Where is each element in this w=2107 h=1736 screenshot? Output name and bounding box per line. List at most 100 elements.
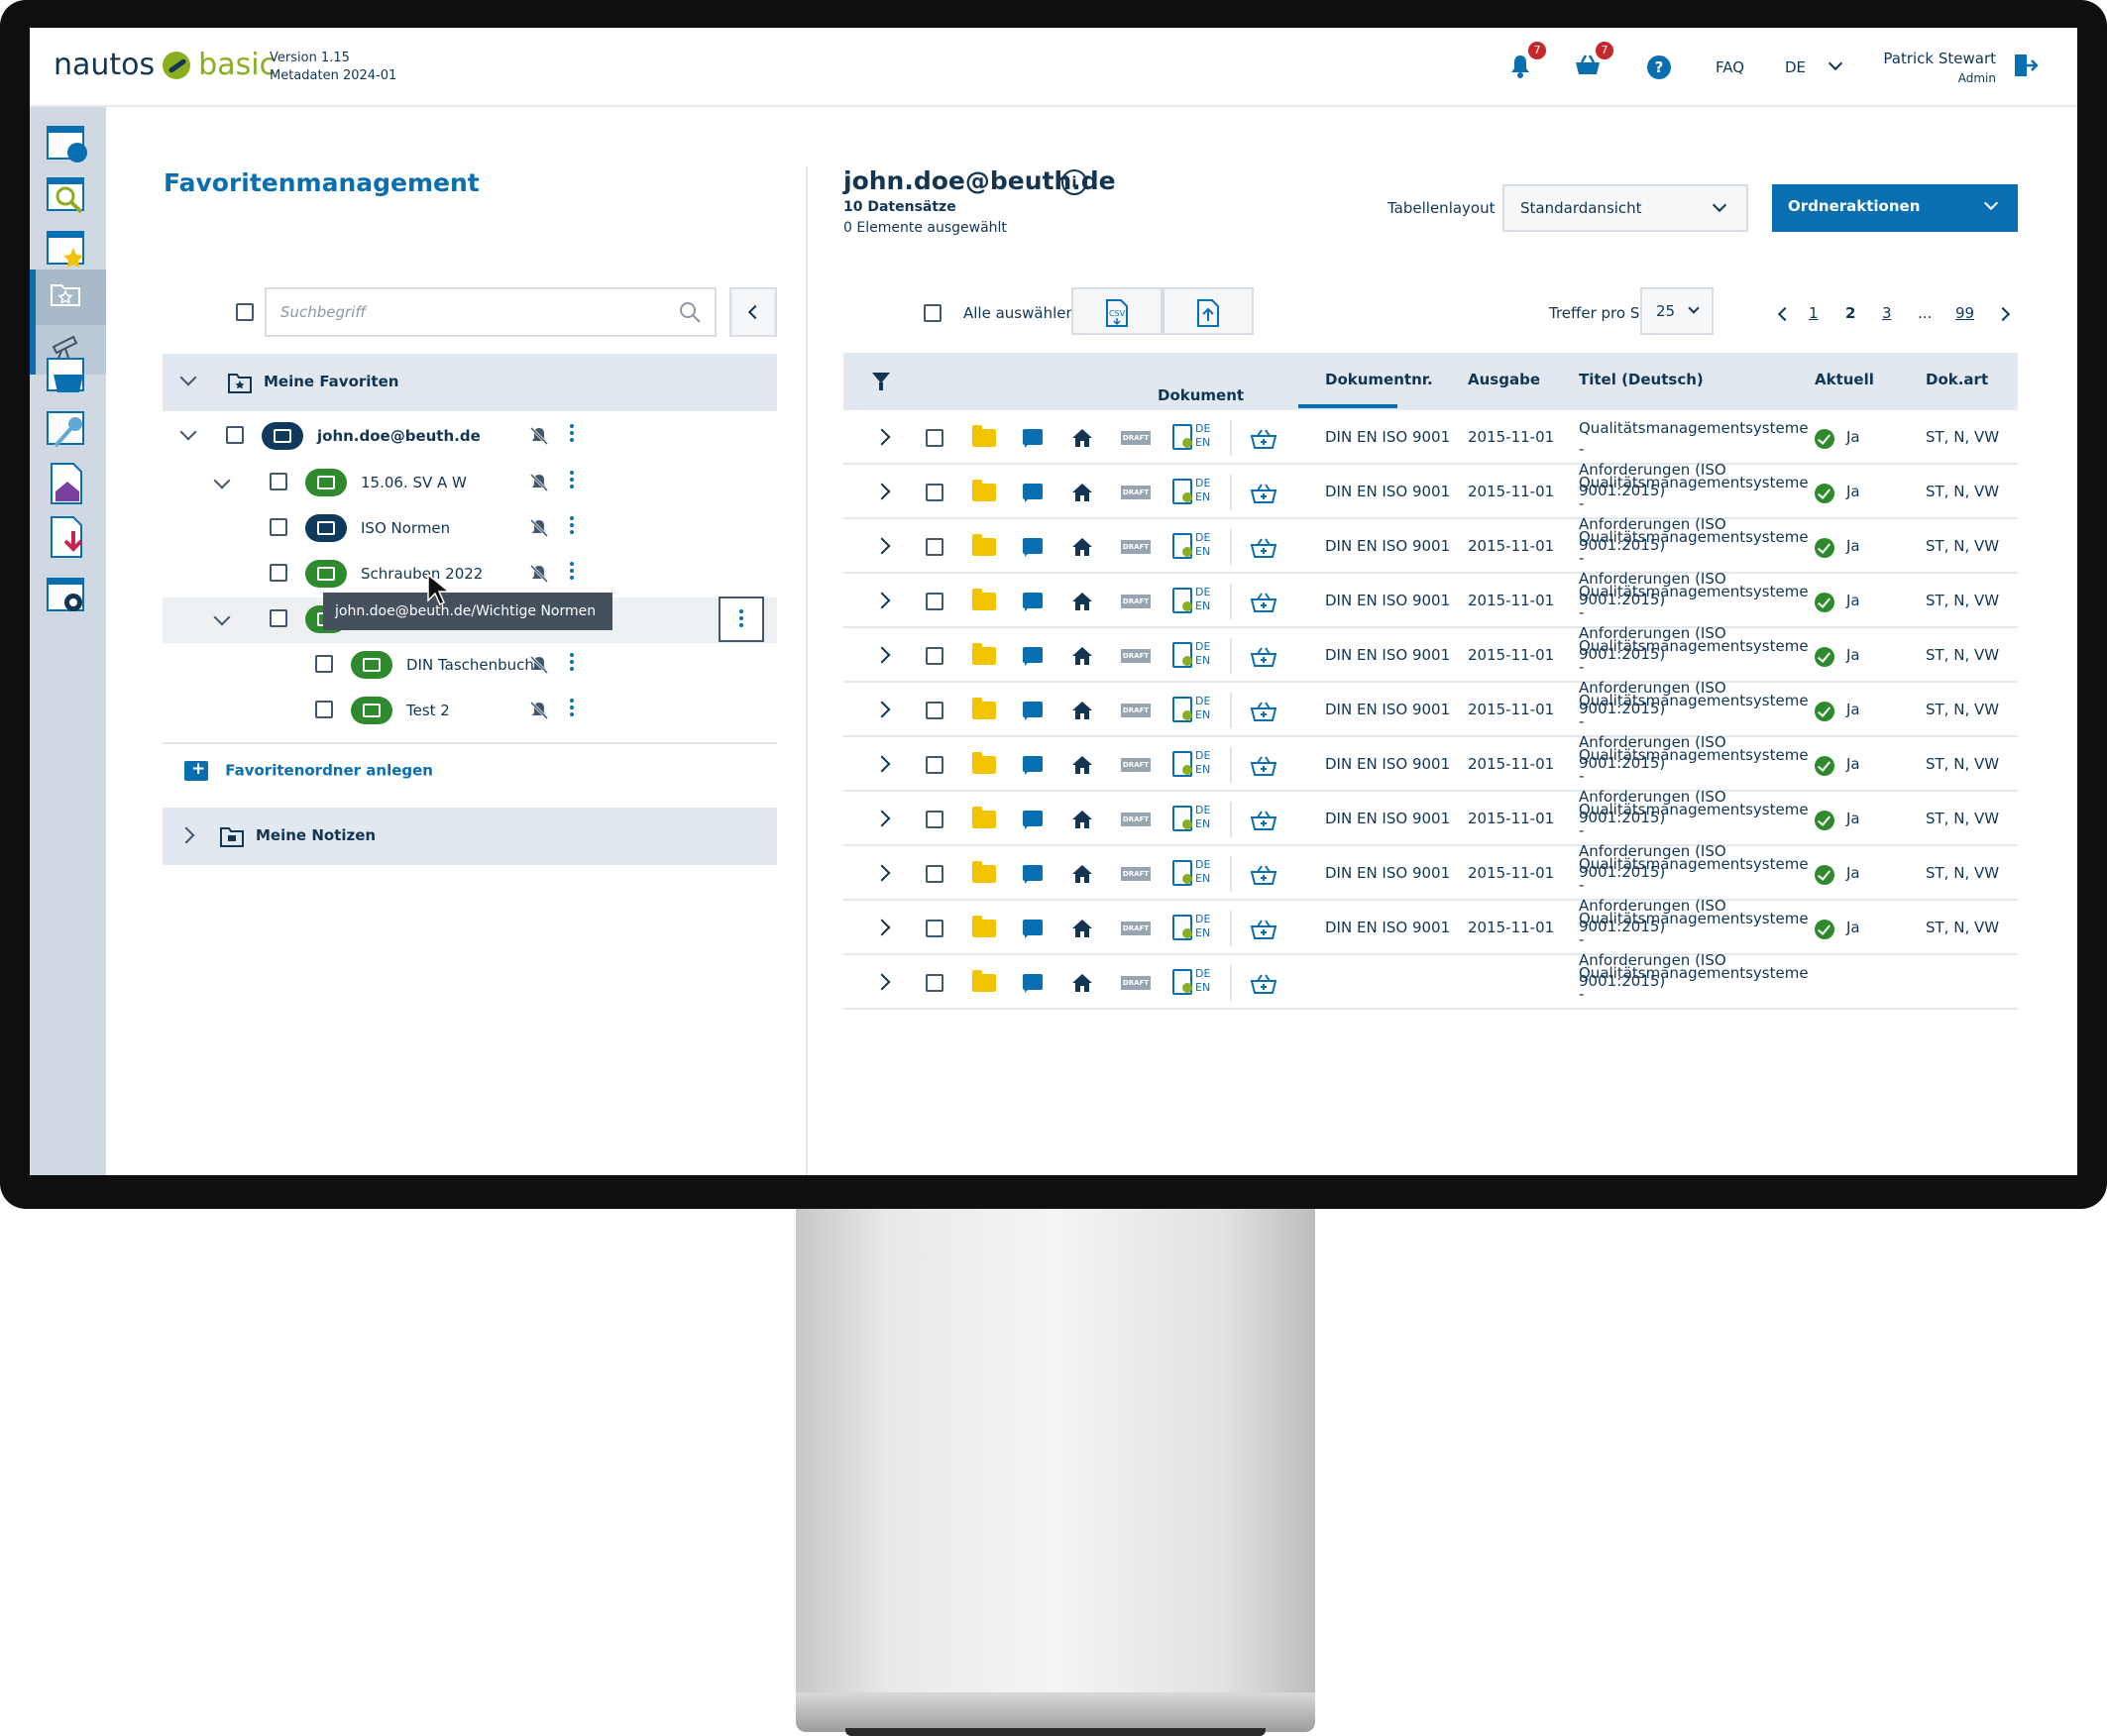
add-to-basket-icon[interactable] bbox=[1250, 646, 1277, 668]
tree-checkbox[interactable] bbox=[270, 564, 287, 582]
home-icon[interactable] bbox=[1071, 537, 1093, 557]
chevron-right-icon[interactable] bbox=[873, 537, 891, 555]
search-nav-icon[interactable] bbox=[44, 172, 91, 220]
folder-icon[interactable] bbox=[972, 643, 996, 665]
row-checkbox[interactable] bbox=[926, 811, 943, 828]
settings-nav-icon[interactable] bbox=[44, 573, 91, 620]
chevron-right-icon[interactable] bbox=[873, 755, 891, 773]
page-link-3[interactable]: 3 bbox=[1882, 304, 1892, 322]
note-icon[interactable] bbox=[1023, 647, 1043, 666]
row-checkbox[interactable] bbox=[926, 756, 943, 774]
bell-off-icon[interactable] bbox=[529, 426, 549, 446]
column-document[interactable]: Dokument bbox=[1158, 386, 1244, 404]
column-edition[interactable]: Ausgabe bbox=[1468, 371, 1540, 388]
collapse-panel-button[interactable] bbox=[729, 287, 777, 337]
logout-icon[interactable] bbox=[2014, 52, 2038, 79]
bell-off-icon[interactable] bbox=[529, 518, 549, 538]
home-icon[interactable] bbox=[1071, 483, 1093, 502]
row-checkbox[interactable] bbox=[926, 429, 943, 447]
add-favorite-folder-button[interactable]: Favoritenordner anlegen bbox=[184, 759, 433, 781]
table-row[interactable]: DRAFT DE EN DIN EN ISO 9001 2015-11-01 Qu… bbox=[843, 465, 2018, 554]
note-icon[interactable] bbox=[1023, 538, 1043, 557]
row-checkbox[interactable] bbox=[926, 538, 943, 556]
row-checkbox[interactable] bbox=[926, 865, 943, 883]
filter-icon[interactable] bbox=[872, 373, 890, 390]
note-icon[interactable] bbox=[1023, 429, 1043, 448]
add-to-basket-icon[interactable] bbox=[1250, 592, 1277, 613]
tree-root-my-notes[interactable]: Meine Notizen bbox=[163, 808, 777, 865]
table-row[interactable]: DRAFT DE EN DIN EN ISO 9001 2015-11-01 Qu… bbox=[843, 519, 2018, 608]
hits-per-page-select[interactable]: 25 bbox=[1640, 287, 1714, 335]
folder-icon[interactable] bbox=[972, 589, 996, 610]
table-row[interactable]: DRAFT DE EN DIN EN ISO 9001 2015-11-01 Qu… bbox=[843, 683, 2018, 772]
table-row[interactable]: DRAFT DE EN Qualitätsmanagementsysteme - bbox=[843, 955, 2018, 1010]
folder-icon[interactable] bbox=[972, 807, 996, 828]
tree-item[interactable]: Test 2 bbox=[163, 689, 777, 734]
folder-icon[interactable] bbox=[972, 480, 996, 501]
add-to-basket-icon[interactable] bbox=[1250, 428, 1277, 450]
previous-page-icon[interactable] bbox=[1777, 306, 1793, 322]
dashboard-icon[interactable] bbox=[44, 121, 91, 168]
tree-root-my-favorites[interactable]: Meine Favoriten bbox=[163, 354, 777, 411]
favorites-folder-nav-icon[interactable] bbox=[48, 275, 83, 311]
faq-link[interactable]: FAQ bbox=[1716, 58, 1744, 76]
select-all-checkbox[interactable] bbox=[924, 304, 942, 322]
basket-button[interactable]: 7 bbox=[1574, 42, 1613, 81]
document-icon[interactable] bbox=[1172, 642, 1192, 668]
chevron-right-icon[interactable] bbox=[873, 483, 891, 500]
table-row[interactable]: DRAFT DE EN DIN EN ISO 9001 2015-11-01 Qu… bbox=[843, 901, 2018, 990]
note-icon[interactable] bbox=[1023, 865, 1043, 884]
more-vertical-icon[interactable] bbox=[570, 699, 574, 703]
home-icon[interactable] bbox=[1071, 592, 1093, 611]
home-icon[interactable] bbox=[1071, 810, 1093, 829]
chevron-right-icon[interactable] bbox=[873, 428, 891, 446]
more-vertical-icon[interactable] bbox=[570, 516, 574, 520]
language-select[interactable]: DE bbox=[1785, 55, 1842, 76]
tree-checkbox[interactable] bbox=[226, 426, 244, 444]
notifications-button[interactable]: 7 bbox=[1506, 42, 1546, 81]
tree-item[interactable]: Schrauben 2022 bbox=[163, 552, 777, 597]
tree-checkbox[interactable] bbox=[315, 701, 333, 718]
logo[interactable]: nautos basic bbox=[54, 48, 276, 82]
folder-icon[interactable] bbox=[972, 970, 996, 992]
more-vertical-icon[interactable] bbox=[570, 424, 574, 428]
document-icon[interactable] bbox=[1172, 806, 1192, 831]
row-checkbox[interactable] bbox=[926, 593, 943, 610]
tree-item[interactable]: DIN Taschenbuch bbox=[163, 643, 777, 689]
bell-off-icon[interactable] bbox=[529, 473, 549, 492]
more-vertical-icon[interactable] bbox=[570, 653, 574, 657]
chevron-right-icon[interactable] bbox=[873, 810, 891, 827]
tree-checkbox[interactable] bbox=[270, 518, 287, 536]
row-checkbox[interactable] bbox=[926, 484, 943, 501]
tree-checkbox[interactable] bbox=[270, 473, 287, 490]
key-nav-icon[interactable] bbox=[44, 406, 91, 454]
table-row[interactable]: DRAFT DE EN DIN EN ISO 9001 2015-11-01 Qu… bbox=[843, 628, 2018, 717]
document-icon[interactable] bbox=[1172, 969, 1192, 995]
home-icon[interactable] bbox=[1071, 701, 1093, 720]
add-to-basket-icon[interactable] bbox=[1250, 701, 1277, 722]
tree-checkbox[interactable] bbox=[315, 655, 333, 673]
note-icon[interactable] bbox=[1023, 756, 1043, 775]
chevron-down-icon[interactable] bbox=[213, 608, 231, 626]
chevron-right-icon[interactable] bbox=[873, 864, 891, 882]
document-icon[interactable] bbox=[1172, 860, 1192, 886]
document-icon[interactable] bbox=[1172, 479, 1192, 504]
home-icon[interactable] bbox=[1071, 428, 1093, 448]
chevron-right-icon[interactable] bbox=[873, 592, 891, 609]
folder-icon[interactable] bbox=[972, 534, 996, 556]
info-icon[interactable]: i bbox=[1061, 169, 1087, 195]
chevron-right-icon[interactable] bbox=[873, 701, 891, 718]
bell-off-icon[interactable] bbox=[529, 564, 549, 584]
home-document-nav-icon[interactable] bbox=[44, 460, 91, 507]
document-icon[interactable] bbox=[1172, 751, 1192, 777]
more-vertical-icon[interactable] bbox=[570, 562, 574, 566]
note-icon[interactable] bbox=[1023, 593, 1043, 611]
add-to-basket-icon[interactable] bbox=[1250, 810, 1277, 831]
csv-export-button[interactable]: CSV bbox=[1071, 287, 1163, 335]
document-icon[interactable] bbox=[1172, 424, 1192, 450]
column-doc-type[interactable]: Dok.art bbox=[1926, 371, 1988, 388]
table-row[interactable]: DRAFT DE EN DIN EN ISO 9001 2015-11-01 Qu… bbox=[843, 846, 2018, 935]
document-icon[interactable] bbox=[1172, 915, 1192, 940]
chevron-down-icon[interactable] bbox=[179, 423, 197, 441]
note-icon[interactable] bbox=[1023, 920, 1043, 938]
